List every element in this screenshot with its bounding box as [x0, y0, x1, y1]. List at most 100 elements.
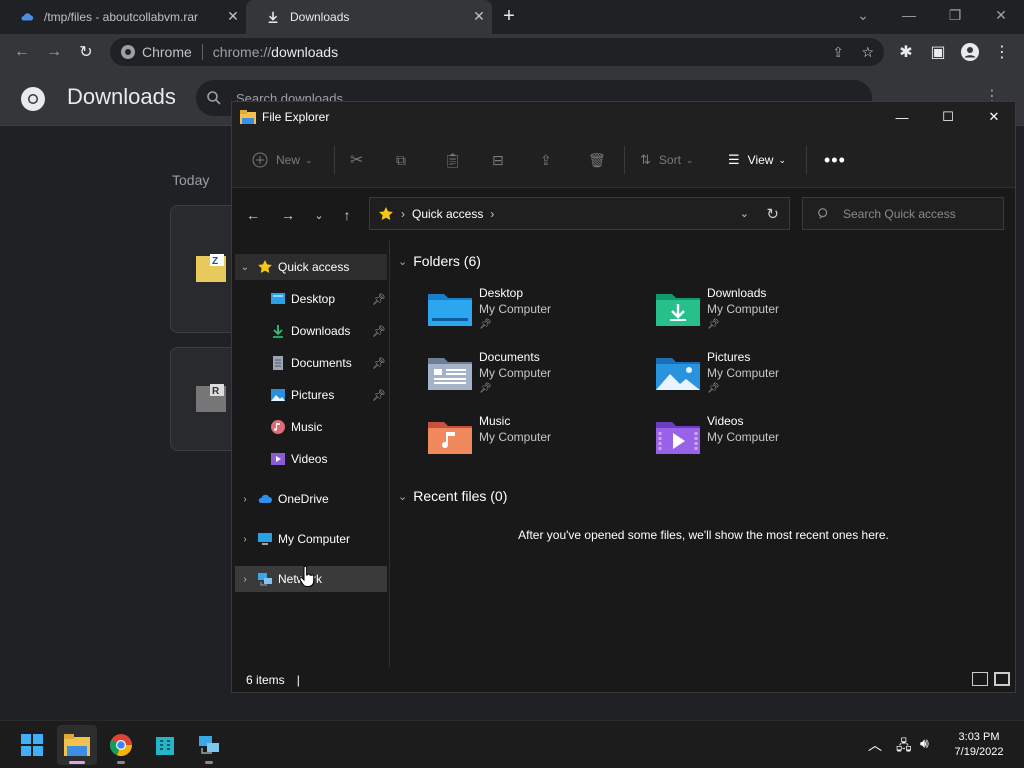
details-view-icon[interactable]: [972, 672, 988, 686]
share-icon[interactable]: ⇪: [540, 150, 552, 170]
plus-circle-icon: [252, 152, 268, 168]
tab-downloads[interactable]: Downloads ✕: [246, 0, 492, 34]
show-hidden-icons-icon[interactable]: ︿: [868, 735, 882, 755]
menu-kebab-icon[interactable]: ⋮: [990, 40, 1014, 64]
zip-file-icon: Z: [196, 254, 226, 282]
nav-my-computer[interactable]: › My Computer: [235, 526, 387, 552]
desktop-icon: [271, 293, 285, 304]
clock-time: 3:03 PM: [958, 731, 1000, 743]
tab-files[interactable]: /tmp/files - aboutcollabvm.rar ✕: [0, 0, 246, 34]
up-button[interactable]: ↑: [336, 206, 358, 224]
reload-button[interactable]: ↻: [74, 40, 98, 64]
collapse-chevron-icon[interactable]: ⌄: [239, 262, 251, 273]
delete-icon[interactable]: 🗑︎: [588, 150, 606, 170]
copy-icon[interactable]: ⧉: [396, 150, 406, 170]
pin-icon[interactable]: 📌︎: [372, 357, 386, 370]
chevron-down-icon: ⌄: [685, 154, 694, 165]
close-window-button[interactable]: ✕: [971, 102, 1017, 132]
refresh-icon[interactable]: ↻: [766, 205, 779, 223]
nav-pictures[interactable]: Pictures 📌︎: [270, 382, 386, 408]
folder-tile-videos[interactable]: Videos My Computer: [656, 414, 876, 472]
more-options-icon[interactable]: •••: [824, 150, 846, 170]
divider: [806, 146, 807, 174]
file-explorer-window: File Explorer — ☐ ✕ New ⌄ ✂ ⧉ 📋︎ ⊟ ⇪ 🗑︎ …: [231, 101, 1016, 693]
paste-icon[interactable]: 📋︎: [444, 150, 462, 170]
recent-locations-icon[interactable]: ⌄: [308, 206, 330, 224]
taskbar-clock[interactable]: 3:03 PM 7/19/2022: [944, 730, 1014, 760]
address-bar[interactable]: › Quick access › ⌄ ↻: [369, 197, 790, 230]
search-placeholder: Search Quick access: [843, 206, 956, 221]
bookmark-star-icon[interactable]: ☆: [861, 44, 874, 61]
chrome-icon: [109, 734, 133, 757]
expand-chevron-icon[interactable]: ›: [239, 494, 251, 505]
minimize-button[interactable]: —: [886, 0, 932, 30]
nav-documents[interactable]: Documents 📌︎: [270, 350, 386, 376]
date-group-label: Today: [172, 172, 210, 188]
cloud-icon: [21, 13, 34, 21]
nav-onedrive[interactable]: › OneDrive: [235, 486, 387, 512]
tab-search-icon[interactable]: ⌄: [840, 0, 886, 30]
new-tab-button[interactable]: +: [498, 6, 520, 28]
folder-tile-desktop[interactable]: Desktop My Computer 📌︎: [428, 286, 648, 344]
close-tab-icon[interactable]: ✕: [472, 9, 486, 23]
back-button[interactable]: ←: [242, 206, 264, 224]
explorer-search-input[interactable]: Search Quick access: [802, 197, 1004, 230]
forward-button[interactable]: →: [42, 40, 66, 64]
tab-title: /tmp/files - aboutcollabvm.rar: [44, 10, 199, 24]
folder-tile-downloads[interactable]: Downloads My Computer 📌︎: [656, 286, 876, 344]
nav-quick-access[interactable]: ⌄ Quick access: [235, 254, 387, 280]
new-button[interactable]: New ⌄: [252, 150, 313, 170]
nav-downloads[interactable]: Downloads 📌︎: [270, 318, 386, 344]
recent-files-group-header[interactable]: ⌄ Recent files (0): [398, 488, 1004, 504]
nav-desktop[interactable]: Desktop 📌︎: [270, 286, 386, 312]
start-button[interactable]: [12, 725, 52, 765]
file-explorer-icon: [64, 734, 90, 756]
taskbar-app-building[interactable]: [145, 725, 185, 765]
pin-icon[interactable]: 📌︎: [372, 325, 386, 338]
network-tray-icon[interactable]: 🖧︎: [896, 735, 912, 759]
breadcrumb-quick-access[interactable]: Quick access: [412, 207, 483, 221]
breadcrumb-chevron-icon[interactable]: ›: [490, 207, 494, 221]
restore-button[interactable]: ❐: [932, 0, 978, 30]
folders-group-header[interactable]: ⌄ Folders (6): [398, 253, 1004, 269]
close-window-button[interactable]: ✕: [978, 0, 1024, 30]
share-icon[interactable]: ⇪: [832, 44, 844, 61]
close-tab-icon[interactable]: ✕: [226, 9, 240, 23]
volume-icon[interactable]: 🔊︎: [920, 735, 929, 752]
expand-chevron-icon[interactable]: ›: [239, 534, 251, 545]
file-explorer-icon: [240, 110, 256, 124]
chevron-down-icon: ⌄: [305, 154, 313, 165]
document-icon: [273, 356, 283, 370]
cut-icon[interactable]: ✂: [350, 150, 363, 170]
side-panel-icon[interactable]: ▣: [926, 40, 950, 64]
item-count: 6 items: [246, 673, 285, 687]
forward-button[interactable]: →: [277, 206, 299, 224]
omnibox[interactable]: Chrome chrome:// downloads ⇪ ☆: [110, 38, 884, 66]
folder-tile-pictures[interactable]: Pictures My Computer 📌︎: [656, 350, 876, 408]
address-dropdown-icon[interactable]: ⌄: [740, 207, 749, 220]
profile-avatar[interactable]: [958, 40, 982, 64]
maximize-button[interactable]: ☐: [925, 102, 971, 132]
taskbar-chrome[interactable]: [101, 725, 141, 765]
tiles-view-icon[interactable]: [994, 672, 1010, 686]
view-button[interactable]: ☰ View ⌄: [728, 150, 786, 170]
folder-name: Desktop: [479, 286, 524, 300]
star-icon: [379, 206, 393, 220]
onedrive-cloud-icon: [258, 494, 272, 503]
expand-chevron-icon[interactable]: ›: [239, 574, 251, 585]
sort-button[interactable]: ⇅ Sort ⌄: [640, 150, 693, 170]
nav-music[interactable]: Music: [270, 414, 386, 440]
tab-title: Downloads: [290, 10, 350, 24]
folder-tile-music[interactable]: Music My Computer: [428, 414, 648, 472]
folder-location: My Computer: [479, 302, 552, 316]
minimize-button[interactable]: —: [879, 102, 925, 132]
pin-icon[interactable]: 📌︎: [372, 389, 386, 402]
folder-tile-documents[interactable]: Documents My Computer 📌︎: [428, 350, 648, 408]
taskbar-network-app[interactable]: [189, 725, 229, 765]
back-button[interactable]: ←: [10, 40, 34, 64]
rename-icon[interactable]: ⊟: [492, 150, 504, 170]
pin-icon[interactable]: 📌︎: [372, 293, 386, 306]
taskbar-file-explorer[interactable]: [57, 725, 97, 765]
nav-videos[interactable]: Videos: [270, 446, 386, 472]
extensions-icon[interactable]: ✱: [894, 40, 918, 64]
